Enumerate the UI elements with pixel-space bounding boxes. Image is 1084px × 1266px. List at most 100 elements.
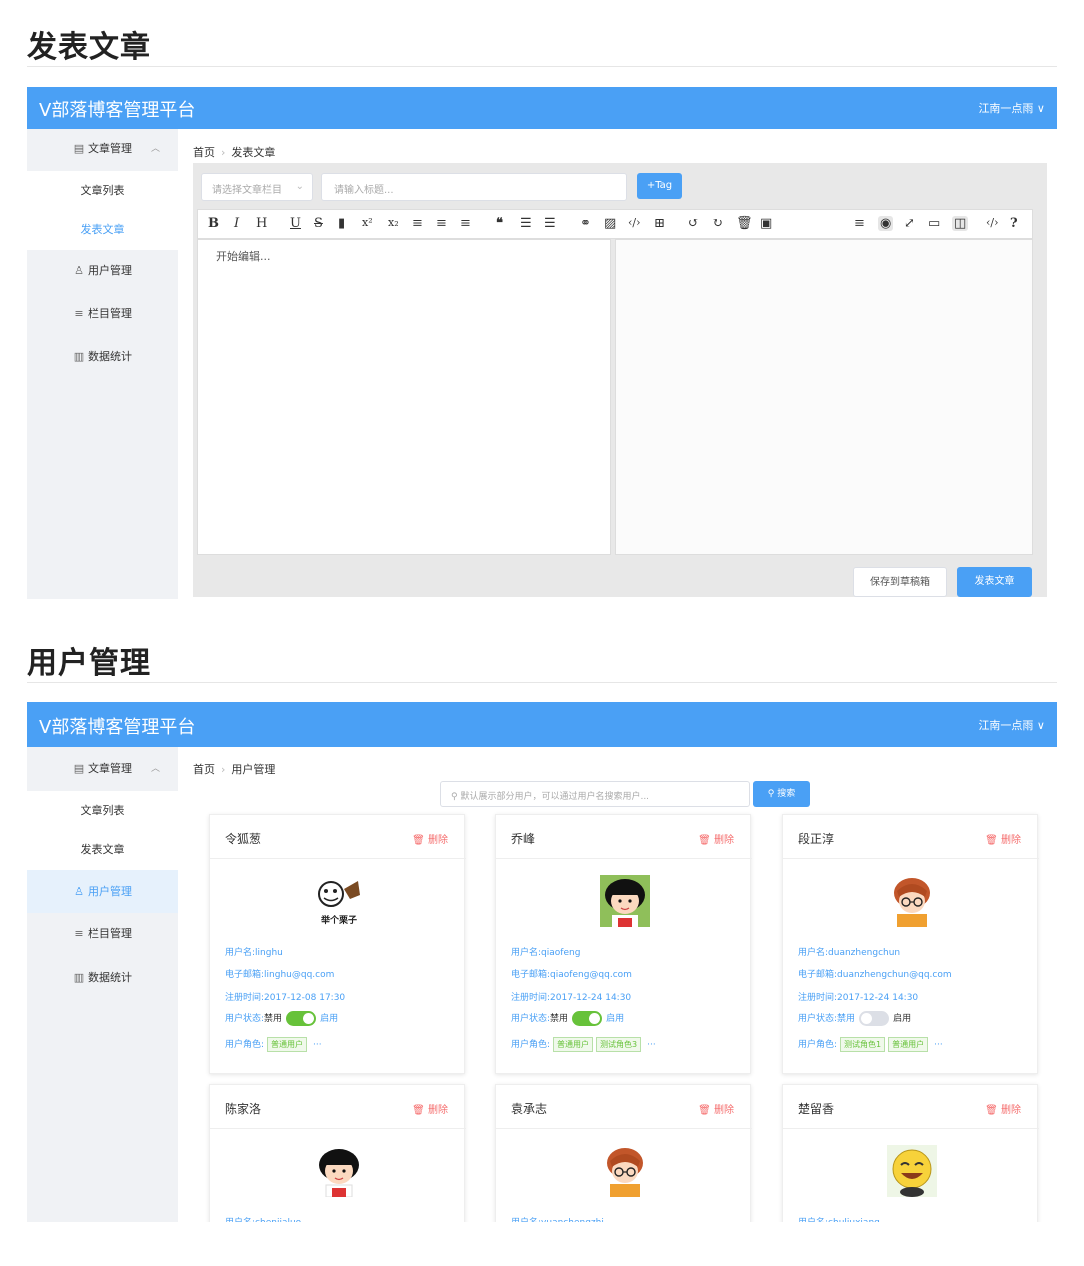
help-icon[interactable]: ?: [1010, 216, 1018, 231]
regtime-row: 注册时间:2017-12-08 17:30: [225, 990, 345, 1003]
sidebar-item-column-mgmt[interactable]: ≡ 栏目管理: [27, 914, 178, 954]
link-icon[interactable]: ⚭: [580, 216, 591, 231]
sidebar-item-post-article[interactable]: 发表文章: [27, 830, 178, 870]
ordered-list-icon[interactable]: ☰: [520, 216, 532, 231]
delete-user-button[interactable]: 🗑 删除: [412, 1101, 448, 1116]
label: 用户名:: [511, 1218, 541, 1222]
save-draft-button[interactable]: 保存到草稿箱: [853, 567, 947, 597]
chevron-up-icon: ︿: [150, 144, 160, 154]
sidebar-item-article-mgmt[interactable]: ▤ 文章管理 ︿: [27, 129, 178, 169]
delete-user-button[interactable]: 🗑 删除: [412, 831, 448, 846]
document-icon: ▤: [73, 762, 85, 775]
mark-icon[interactable]: ▮: [338, 216, 345, 231]
user-card: 段正淳 🗑 删除 用户名:duanzhengchun 电子邮箱:duanzhen…: [782, 814, 1039, 1074]
delete-user-button[interactable]: 🗑 删除: [985, 831, 1021, 846]
align-right-icon[interactable]: ≡: [460, 216, 471, 231]
username-row: 用户名:chuliuxiang: [798, 1215, 880, 1222]
sidebar-item-label: 文章管理: [88, 142, 132, 155]
status-toggle[interactable]: [286, 1011, 317, 1026]
email-row: 电子邮箱:qiaofeng@qq.com: [511, 967, 632, 980]
delete-user-button[interactable]: 🗑 删除: [985, 1101, 1021, 1116]
sidebar-item-column-mgmt[interactable]: ≡ 栏目管理: [27, 294, 178, 334]
fullscreen-icon[interactable]: ⤢: [904, 216, 915, 231]
trash-icon[interactable]: 🗑: [736, 216, 753, 231]
brand-title[interactable]: V部落博客管理平台: [39, 713, 195, 739]
breadcrumb: 首页 › 用户管理: [193, 761, 275, 777]
sidebar-item-label: 数据统计: [88, 971, 132, 984]
bar-chart-icon: ▥: [73, 971, 85, 984]
code-icon[interactable]: ‹/›: [628, 216, 641, 229]
user-search-input[interactable]: ⚲ 默认展示部分用户，可以通过用户名搜索用户...: [440, 781, 750, 807]
search-button-label: 搜索: [777, 789, 796, 799]
status-row: 用户状态:禁用 启用: [798, 1011, 911, 1026]
brand-title[interactable]: V部落博客管理平台: [39, 96, 195, 122]
window-icon[interactable]: ▭: [928, 216, 940, 231]
user-menu[interactable]: 江南一点雨 ∨: [978, 717, 1045, 733]
breadcrumb-home[interactable]: 首页: [193, 763, 215, 776]
category-select[interactable]: 请选择文章栏目 ⌄: [201, 173, 313, 201]
subscript-icon[interactable]: x₂: [388, 216, 399, 229]
sidebar-item-article-mgmt[interactable]: ▤ 文章管理 ︿: [27, 749, 178, 789]
sidebar-item-post-article[interactable]: 发表文章: [27, 210, 178, 250]
disabled-label: 禁用: [550, 1014, 569, 1024]
toggle-knob: [861, 1013, 873, 1024]
undo-icon[interactable]: ↺: [688, 216, 699, 231]
delete-label: 删除: [714, 835, 734, 846]
strikethrough-icon[interactable]: S: [314, 216, 323, 231]
table-icon[interactable]: ⊞: [654, 216, 665, 231]
search-button[interactable]: ⚲ 搜索: [753, 781, 810, 807]
cartoon-girl-avatar-image: [600, 875, 650, 927]
markdown-preview-area: [615, 239, 1033, 555]
top-bar: V部落博客管理平台 江南一点雨 ∨: [27, 87, 1057, 129]
italic-icon[interactable]: I: [234, 216, 239, 231]
image-icon[interactable]: ▨: [604, 216, 616, 231]
toggle-knob: [303, 1013, 315, 1024]
title-input[interactable]: 请输入标题...: [321, 173, 627, 201]
role-tag: 测试角色1: [840, 1037, 886, 1052]
label: 用户名:: [225, 1218, 255, 1222]
status-toggle[interactable]: [572, 1011, 603, 1026]
username-row: 用户名:qiaofeng: [511, 945, 580, 958]
align-center-icon[interactable]: ≡: [436, 216, 447, 231]
email-value: qiaofeng@qq.com: [550, 970, 632, 980]
sidebar-item-user-mgmt[interactable]: ♙ 用户管理: [27, 870, 178, 913]
label: 用户名:: [798, 1218, 828, 1222]
sidebar-item-article-list[interactable]: 文章列表: [27, 791, 178, 831]
delete-user-button[interactable]: 🗑 删除: [698, 831, 734, 846]
split-view-icon[interactable]: ◫: [952, 216, 969, 231]
add-tag-button[interactable]: +Tag: [637, 173, 682, 199]
markdown-edit-area[interactable]: 开始编辑...: [197, 239, 611, 555]
publish-button[interactable]: 发表文章: [957, 567, 1032, 597]
breadcrumb-home[interactable]: 首页: [193, 146, 215, 159]
chevron-down-icon: ⌄: [295, 181, 304, 192]
underline-icon[interactable]: U: [290, 216, 301, 231]
user-menu[interactable]: 江南一点雨 ∨: [978, 100, 1045, 116]
bold-icon[interactable]: B: [208, 216, 219, 231]
navigation-icon[interactable]: ≡: [854, 216, 865, 231]
label: 用户名:: [511, 948, 542, 958]
status-row: 用户状态:禁用 启用: [225, 1011, 338, 1026]
redo-icon[interactable]: ↻: [712, 216, 723, 231]
superscript-icon[interactable]: x²: [362, 216, 373, 229]
html-code-icon[interactable]: ‹/›: [986, 216, 999, 229]
heading-icon[interactable]: H: [256, 216, 267, 231]
trash-icon: 🗑: [412, 835, 428, 846]
sidebar-item-article-list[interactable]: 文章列表: [27, 171, 178, 211]
align-left-icon[interactable]: ≡: [412, 216, 423, 231]
username-row: 用户名:yuanchengzhi: [511, 1215, 604, 1222]
status-toggle[interactable]: [859, 1011, 890, 1026]
document-icon: ▤: [73, 142, 85, 155]
quote-icon[interactable]: ❝: [496, 216, 503, 231]
sidebar-item-user-mgmt[interactable]: ♙ 用户管理: [27, 251, 178, 291]
sidebar-item-stats[interactable]: ▥ 数据统计: [27, 958, 178, 998]
sidebar-item-stats[interactable]: ▥ 数据统计: [27, 337, 178, 377]
preview-toggle-icon[interactable]: ◉: [878, 216, 894, 231]
section-heading-post-article: 发表文章: [27, 30, 151, 65]
save-icon[interactable]: ▣: [760, 216, 772, 231]
more-roles-button[interactable]: ···: [313, 1040, 322, 1050]
more-roles-button[interactable]: ···: [647, 1040, 656, 1050]
email-row: 电子邮箱:linghu@qq.com: [225, 967, 334, 980]
unordered-list-icon[interactable]: ☰: [544, 216, 556, 231]
more-roles-button[interactable]: ···: [934, 1040, 943, 1050]
delete-user-button[interactable]: 🗑 删除: [698, 1101, 734, 1116]
